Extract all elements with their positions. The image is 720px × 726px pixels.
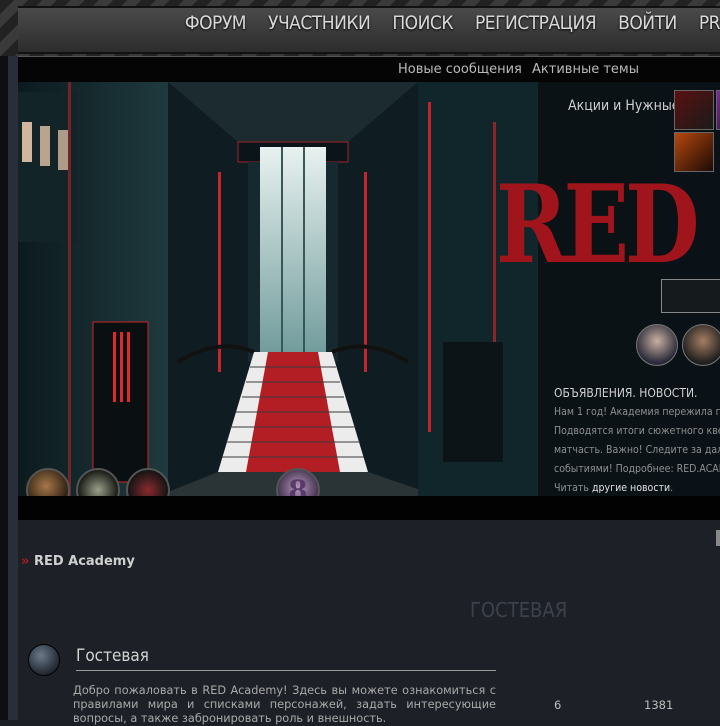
breadcrumb-arrow: » [21,554,30,569]
active-topics-link[interactable]: Активные темы [532,62,639,77]
left-edge [0,0,8,720]
promo-label: Акции и Нужные [568,98,680,114]
news-heading: ОБЪЯВЛЕНИЯ. НОВОСТИ. [554,386,698,400]
forum-content: » RED Academy ГОСТЕВАЯ Гостевая Добро по… [18,520,720,725]
news-read-more: Читать другие новости. [554,479,720,496]
banner-bottom-strip [18,496,720,520]
banner-search-box[interactable] [661,279,720,313]
promo-avatar[interactable] [674,90,714,130]
left-edge-inner [8,0,18,720]
forum-status-icon [28,644,60,676]
news-line: Подводятся итоги сюжетного квеста. [554,425,720,437]
nav-members[interactable]: УЧАСТНИКИ [268,12,371,46]
character-avatar[interactable] [682,324,720,366]
news-line: событиями! Подробнее: RED.ACADEM [554,463,720,475]
category-title: ГОСТЕВАЯ [470,598,568,622]
new-posts-link[interactable]: Новые сообщения [398,62,522,77]
nav-forum[interactable]: ФОРУМ [185,12,247,46]
quick-links: Новые сообщения Активные темы [398,62,645,77]
news-read-suffix: . [670,482,674,494]
site-logo-title: RED Ac [496,162,720,289]
breadcrumb-home[interactable]: RED Academy [34,554,135,569]
news-line: Нам 1 год! Академия пережила перев [554,406,720,418]
nav-register[interactable]: РЕГИСТРАЦИЯ [475,12,597,46]
nav-search[interactable]: ПОИСК [392,12,453,46]
badge-number: 8 [288,473,308,497]
news-block: ОБЪЯВЛЕНИЯ. НОВОСТИ. Нам 1 год! Академия… [554,384,720,496]
character-avatar[interactable] [636,324,678,366]
header-banner: Акции и Нужные RED Ac ОБЪЯВЛЕНИЯ. НОВОСТ… [18,82,720,496]
nav-login[interactable]: ВОЙТИ [618,12,677,46]
scroll-indicator[interactable] [716,530,720,546]
forum-topics-count: 6 [554,698,562,712]
news-line: матчасть. Важно! Следите за дальне [554,444,720,456]
quick-links-bar: Новые сообщения Активные темы [18,56,720,83]
main-nav: ФОРУМ УЧАСТНИКИ ПОИСК РЕГИСТРАЦИЯ ВОЙТИ … [185,12,720,46]
nav-pr[interactable]: PR [699,12,720,46]
forum-name-link[interactable]: Гостевая [76,646,496,671]
news-read-link[interactable]: другие новости [592,482,670,494]
promo-avatar[interactable] [716,90,720,130]
news-read-prefix: Читать [554,482,592,494]
top-navigation-strip: ФОРУМ УЧАСТНИКИ ПОИСК РЕГИСТРАЦИЯ ВОЙТИ … [0,0,720,56]
breadcrumb: » RED Academy [21,554,135,569]
forum-posts-count: 1381 [644,698,674,712]
